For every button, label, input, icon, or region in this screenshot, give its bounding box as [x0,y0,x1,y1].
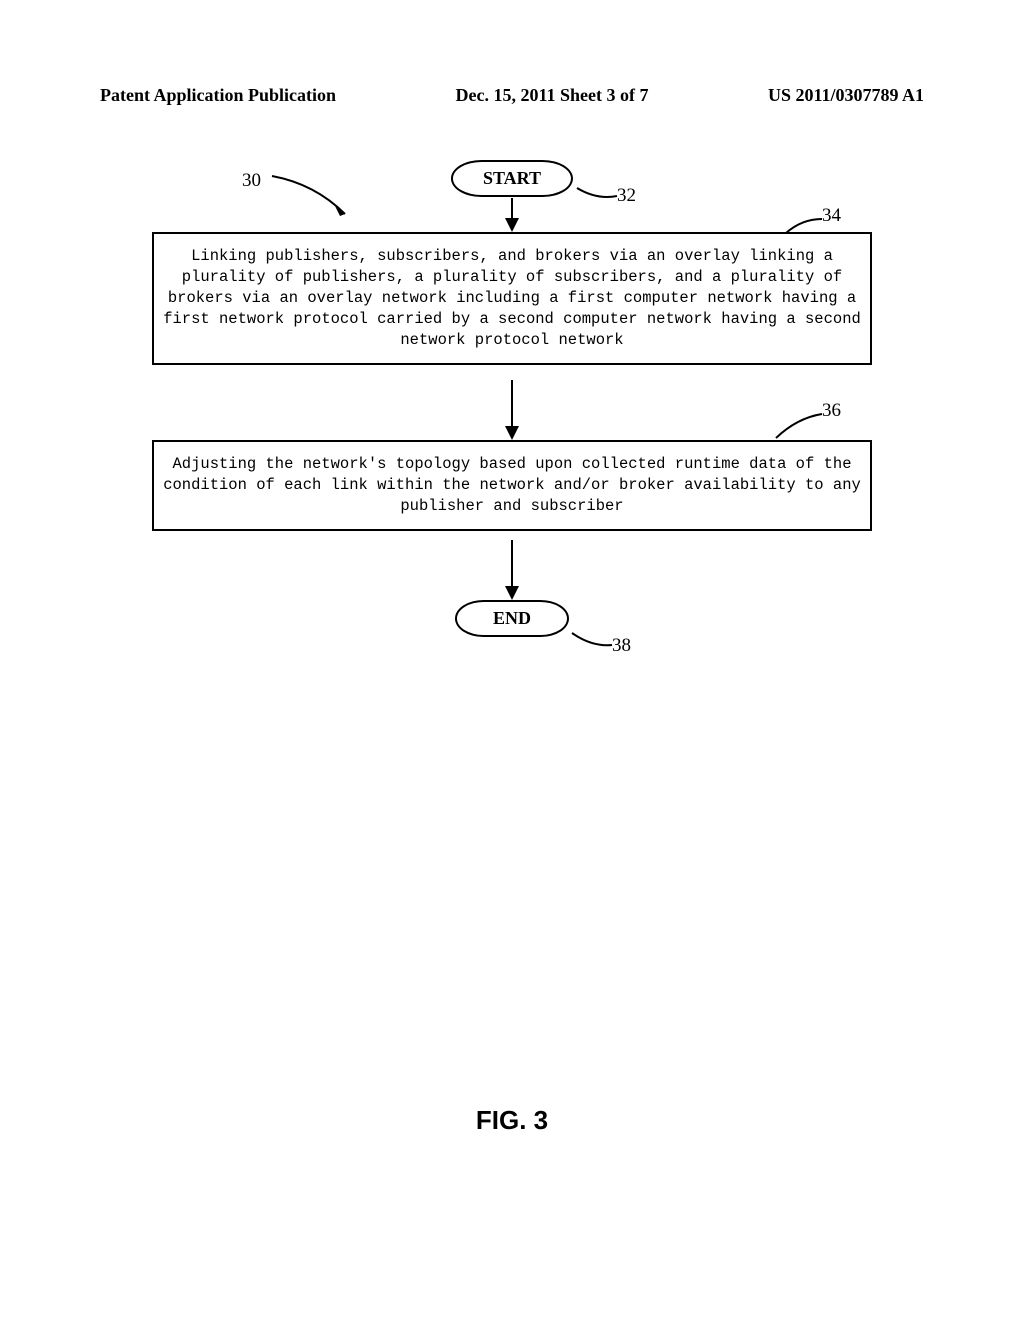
figure-label: FIG. 3 [0,1105,1024,1136]
leader-line-icon [772,410,827,445]
header-left: Patent Application Publication [100,85,336,106]
arrow-line [511,380,513,428]
arrow-head-icon [505,586,519,600]
header-center: Dec. 15, 2011 Sheet 3 of 7 [456,85,649,106]
arrow-head-icon [505,218,519,232]
process-box-adjusting-text: Adjusting the network's topology based u… [163,455,861,515]
arrow-line [511,540,513,588]
leader-line-icon [270,174,360,229]
arrow-line [511,198,513,220]
arrow-head-icon [505,426,519,440]
end-terminal: END [455,600,569,637]
header-right: US 2011/0307789 A1 [768,85,924,106]
start-terminal: START [451,160,573,197]
process-box-linking-text: Linking publishers, subscribers, and bro… [163,247,861,349]
ref-30: 30 [242,170,261,192]
start-label: START [483,168,541,188]
process-box-linking: Linking publishers, subscribers, and bro… [152,232,872,365]
leader-line-icon [567,625,617,650]
leader-line-icon [782,215,827,240]
page-header: Patent Application Publication Dec. 15, … [0,85,1024,106]
leader-line-icon [572,178,622,203]
process-box-adjusting: Adjusting the network's topology based u… [152,440,872,531]
end-label: END [493,608,531,628]
